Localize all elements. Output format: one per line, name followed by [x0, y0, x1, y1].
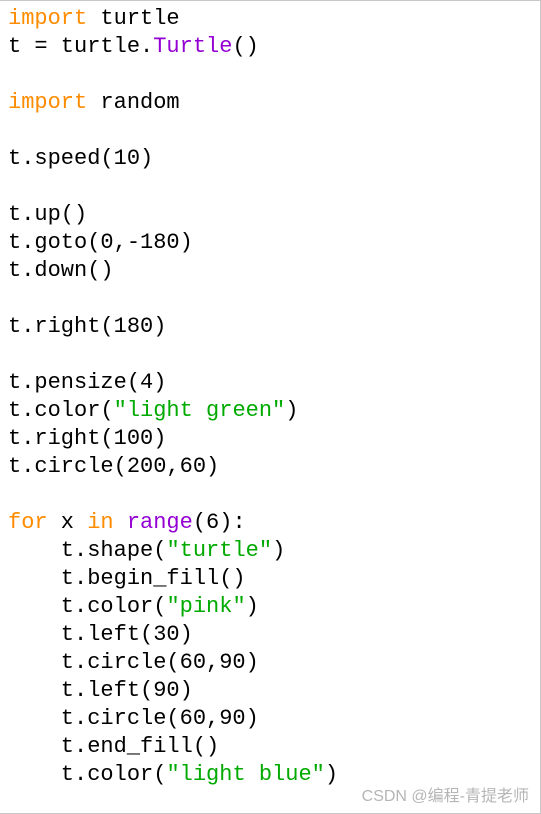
code-text: t.circle(200,60) [8, 454, 219, 479]
code-text: t.color( [8, 762, 166, 787]
code-text: t.down() [8, 258, 114, 283]
code-text: t.right(180) [8, 314, 166, 339]
code-block: import turtle t = turtle.Turtle() import… [0, 1, 540, 789]
string-literal: "turtle" [166, 538, 272, 563]
code-text: t.left(90) [8, 678, 193, 703]
keyword-import: import [8, 6, 87, 31]
code-text: t.left(30) [8, 622, 193, 647]
code-text: ) [246, 594, 259, 619]
code-text: t = turtle. [8, 34, 153, 59]
code-text: ) [272, 538, 285, 563]
code-text: t.speed(10) [8, 146, 153, 171]
code-text: t.end_fill() [8, 734, 219, 759]
keyword-in: in [87, 510, 113, 535]
func-range: range [127, 510, 193, 535]
code-text: t.right(100) [8, 426, 166, 451]
string-literal: "light green" [114, 398, 286, 423]
code-text: t.begin_fill() [8, 566, 246, 591]
code-text: x [48, 510, 88, 535]
code-text: random [87, 90, 179, 115]
code-text: t.up() [8, 202, 87, 227]
code-text: t.pensize(4) [8, 370, 166, 395]
code-text: t.color( [8, 594, 166, 619]
string-literal: "pink" [166, 594, 245, 619]
code-text: t.circle(60,90) [8, 706, 259, 731]
func-turtle: Turtle [153, 34, 232, 59]
code-text: turtle [87, 6, 179, 31]
code-text: t.circle(60,90) [8, 650, 259, 675]
code-text [114, 510, 127, 535]
code-text: t.goto(0,-180) [8, 230, 193, 255]
code-text: ) [325, 762, 338, 787]
code-text: ) [285, 398, 298, 423]
code-text: (6): [193, 510, 246, 535]
keyword-for: for [8, 510, 48, 535]
code-text: () [232, 34, 258, 59]
string-literal: "light blue" [166, 762, 324, 787]
code-text: t.color( [8, 398, 114, 423]
keyword-import: import [8, 90, 87, 115]
code-text: t.shape( [8, 538, 166, 563]
